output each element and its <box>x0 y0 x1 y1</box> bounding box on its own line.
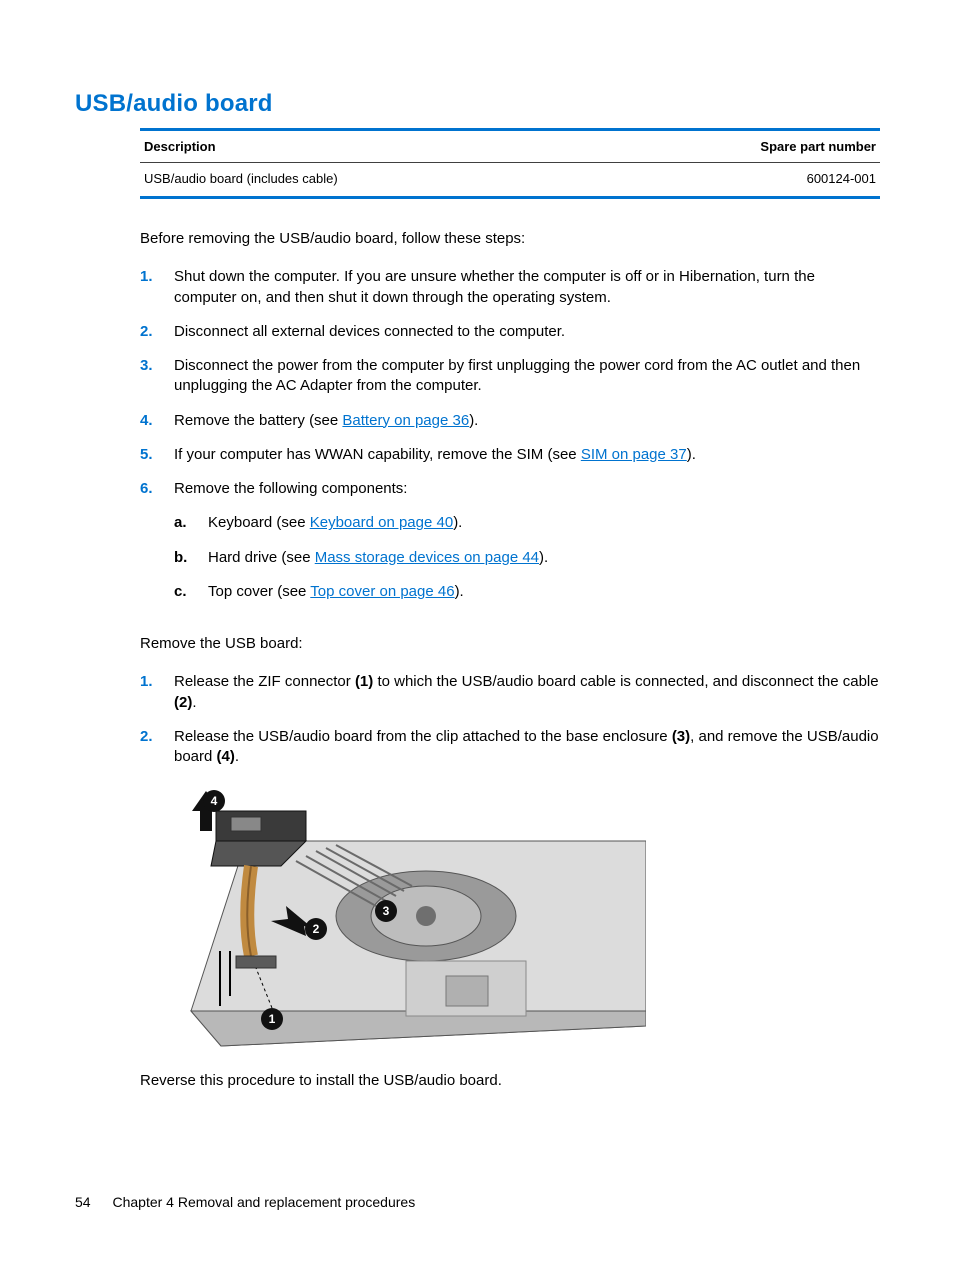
callout-4: 4 <box>211 794 218 808</box>
list-content: Remove the battery (see Battery on page … <box>174 411 880 431</box>
list-item: 4. Remove the battery (see Battery on pa… <box>140 411 880 431</box>
list-content: Top cover (see Top cover on page 46). <box>208 582 880 602</box>
list-content: Release the ZIF connector (1) to which t… <box>174 672 880 713</box>
page-footer: 54 Chapter 4 Removal and replacement pro… <box>75 1194 415 1210</box>
list-content: Shut down the computer. If you are unsur… <box>174 267 880 308</box>
list-marker: 3. <box>140 356 174 397</box>
callout-ref: (1) <box>355 673 373 690</box>
list-content: Disconnect the power from the computer b… <box>174 356 880 397</box>
list-item: 2. Release the USB/audio board from the … <box>140 727 880 768</box>
text: Release the ZIF connector <box>174 673 355 690</box>
body-block: Before removing the USB/audio board, fol… <box>140 229 880 1092</box>
callout-ref: (3) <box>672 728 690 745</box>
text: ). <box>455 583 464 600</box>
list-item: 3. Disconnect the power from the compute… <box>140 356 880 397</box>
list-item: 1. Shut down the computer. If you are un… <box>140 267 880 308</box>
list-marker: 2. <box>140 727 174 768</box>
list-marker: 5. <box>140 445 174 465</box>
link-battery[interactable]: Battery on page 36 <box>342 412 469 429</box>
text: Remove the following components: <box>174 480 407 497</box>
text: ). <box>539 549 548 566</box>
list-marker: 2. <box>140 322 174 342</box>
intro-text: Before removing the USB/audio board, fol… <box>140 229 880 249</box>
text: Release the USB/audio board from the cli… <box>174 728 672 745</box>
list-content: If your computer has WWAN capability, re… <box>174 445 880 465</box>
list-item: c. Top cover (see Top cover on page 46). <box>174 582 880 602</box>
illustration: 1 2 3 4 <box>176 781 646 1049</box>
list-marker: c. <box>174 582 208 602</box>
closing-text: Reverse this procedure to install the US… <box>140 1071 880 1091</box>
list-content: Release the USB/audio board from the cli… <box>174 727 880 768</box>
text: ). <box>687 446 696 463</box>
page-number: 54 <box>75 1194 91 1210</box>
chapter-title: Chapter 4 Removal and replacement proced… <box>112 1194 415 1210</box>
list-marker: 4. <box>140 411 174 431</box>
text: Remove the battery (see <box>174 412 342 429</box>
text: . <box>235 748 239 765</box>
callout-3: 3 <box>383 904 390 918</box>
link-sim[interactable]: SIM on page 37 <box>581 446 687 463</box>
header-part-number: Spare part number <box>599 130 880 163</box>
table-header-row: Description Spare part number <box>140 130 880 163</box>
list-marker: 1. <box>140 267 174 308</box>
list-content: Keyboard (see Keyboard on page 40). <box>208 513 880 533</box>
text: If your computer has WWAN capability, re… <box>174 446 581 463</box>
list-item: 1. Release the ZIF connector (1) to whic… <box>140 672 880 713</box>
text: Top cover (see <box>208 583 310 600</box>
sub-steps-list: a. Keyboard (see Keyboard on page 40). b… <box>174 513 880 602</box>
list-item: 2. Disconnect all external devices conne… <box>140 322 880 342</box>
text: ). <box>453 514 462 531</box>
list-item: 6. Remove the following components: a. K… <box>140 479 880 616</box>
cell-description: USB/audio board (includes cable) <box>140 163 599 198</box>
cell-part-number: 600124-001 <box>599 163 880 198</box>
section-title: USB/audio board <box>75 90 879 118</box>
page: USB/audio board Description Spare part n… <box>0 0 954 1270</box>
parts-table: Description Spare part number USB/audio … <box>140 128 880 199</box>
list-item: b. Hard drive (see Mass storage devices … <box>174 548 880 568</box>
callout-1: 1 <box>269 1012 276 1026</box>
removal-steps-list: 1. Release the ZIF connector (1) to whic… <box>140 672 880 767</box>
table-row: USB/audio board (includes cable) 600124-… <box>140 163 880 198</box>
prep-steps-list: 1. Shut down the computer. If you are un… <box>140 267 880 616</box>
remove-intro: Remove the USB board: <box>140 634 880 654</box>
text: Hard drive (see <box>208 549 315 566</box>
text: Keyboard (see <box>208 514 310 531</box>
list-marker: a. <box>174 513 208 533</box>
text: ). <box>469 412 478 429</box>
link-keyboard[interactable]: Keyboard on page 40 <box>310 514 453 531</box>
callout-ref: (2) <box>174 694 192 711</box>
text: to which the USB/audio board cable is co… <box>373 673 878 690</box>
link-top-cover[interactable]: Top cover on page 46 <box>310 583 454 600</box>
list-marker: b. <box>174 548 208 568</box>
list-marker: 1. <box>140 672 174 713</box>
list-content: Remove the following components: a. Keyb… <box>174 479 880 616</box>
list-content: Disconnect all external devices connecte… <box>174 322 880 342</box>
header-description: Description <box>140 130 599 163</box>
list-item: a. Keyboard (see Keyboard on page 40). <box>174 513 880 533</box>
list-marker: 6. <box>140 479 174 616</box>
list-content: Hard drive (see Mass storage devices on … <box>208 548 880 568</box>
link-mass-storage[interactable]: Mass storage devices on page 44 <box>315 549 539 566</box>
callout-ref: (4) <box>217 748 235 765</box>
callout-2: 2 <box>313 922 320 936</box>
text: . <box>192 694 196 711</box>
list-item: 5. If your computer has WWAN capability,… <box>140 445 880 465</box>
